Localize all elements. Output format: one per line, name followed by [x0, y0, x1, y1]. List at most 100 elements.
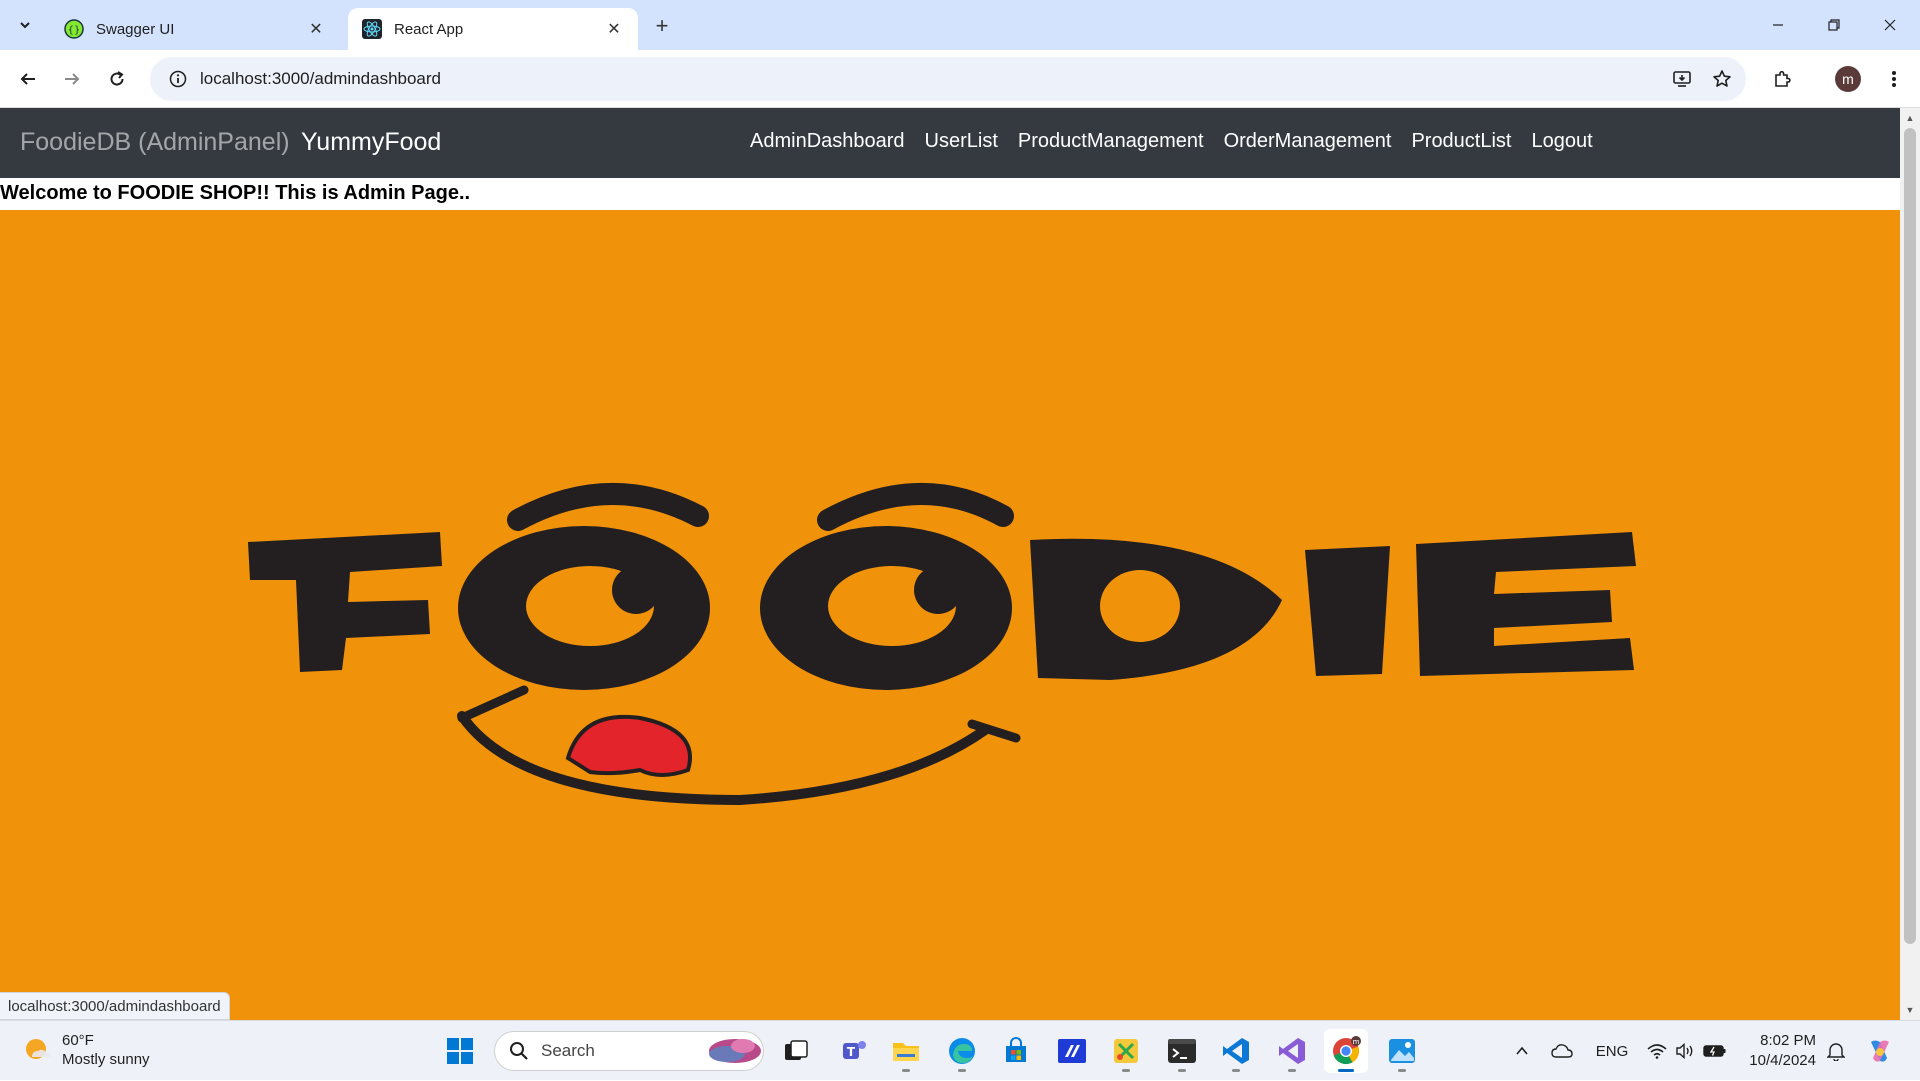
start-button[interactable]	[438, 1029, 482, 1073]
url-text[interactable]: localhost:3000/admindashboard	[200, 69, 1666, 89]
nav-link-order-management[interactable]: OrderManagement	[1214, 130, 1402, 153]
battery-charging-icon	[1703, 1045, 1726, 1057]
visual-studio-app[interactable]	[1270, 1029, 1314, 1073]
vscode-icon	[1223, 1038, 1249, 1064]
minimize-button[interactable]	[1750, 0, 1806, 50]
browser-menu-button[interactable]	[1878, 63, 1910, 95]
running-indicator	[1288, 1069, 1296, 1072]
task-view-icon	[785, 1040, 808, 1060]
microsoft-store-app[interactable]	[994, 1029, 1038, 1073]
scroll-up-arrow-icon[interactable]: ▲	[1904, 112, 1916, 124]
close-window-button[interactable]	[1862, 0, 1918, 50]
site-info-icon[interactable]	[156, 70, 200, 88]
file-explorer-app[interactable]	[884, 1029, 928, 1073]
nav-link-admin-dashboard[interactable]: AdminDashboard	[740, 130, 915, 153]
system-clock[interactable]: 8:02 PM 10/4/2024	[1740, 1031, 1816, 1071]
hero-banner	[0, 210, 1900, 1020]
running-indicator	[1122, 1069, 1130, 1072]
power-automate-app[interactable]	[1050, 1029, 1094, 1073]
clock-date: 10/4/2024	[1749, 1052, 1816, 1069]
battery-tray[interactable]	[1700, 1021, 1730, 1081]
tab-label: Swagger UI	[96, 20, 175, 38]
running-indicator	[1338, 1069, 1354, 1072]
close-icon	[1884, 19, 1896, 31]
running-indicator	[902, 1069, 910, 1072]
forward-button[interactable]	[56, 63, 88, 95]
copilot-button[interactable]	[1862, 1021, 1898, 1081]
terminal-app[interactable]	[1160, 1029, 1204, 1073]
close-icon[interactable]: ✕	[604, 19, 624, 39]
reload-button[interactable]	[101, 63, 133, 95]
running-indicator	[1178, 1069, 1186, 1072]
running-indicator	[1398, 1069, 1406, 1072]
minimize-icon	[1773, 24, 1783, 26]
visual-studio-icon	[1279, 1038, 1305, 1064]
welcome-message: Welcome to FOODIE SHOP!! This is Admin P…	[0, 182, 471, 204]
weather-condition: Mostly sunny	[62, 1051, 150, 1068]
tab-label: React App	[394, 20, 464, 38]
onedrive-tray[interactable]	[1546, 1021, 1578, 1081]
search-highlight-icon	[709, 1039, 761, 1063]
speaker-icon	[1676, 1043, 1693, 1059]
nav-links: AdminDashboard UserList ProductManagemen…	[740, 130, 1603, 153]
nav-link-user-list[interactable]: UserList	[915, 130, 1008, 153]
close-icon[interactable]: ✕	[306, 19, 326, 39]
svg-text:T: T	[847, 1045, 856, 1059]
avatar: m	[1835, 66, 1861, 92]
terminal-icon	[1168, 1039, 1196, 1063]
back-button[interactable]	[12, 63, 44, 95]
address-bar[interactable]: localhost:3000/admindashboard	[150, 57, 1746, 101]
nav-link-logout[interactable]: Logout	[1522, 130, 1603, 153]
nav-link-product-list[interactable]: ProductList	[1401, 130, 1521, 153]
scroll-down-arrow-icon[interactable]: ▼	[1904, 1004, 1916, 1016]
nav-link-product-management[interactable]: ProductManagement	[1008, 130, 1214, 153]
tab-swagger-ui[interactable]: {} Swagger UI ✕	[50, 8, 340, 50]
snipping-tool-icon	[1114, 1039, 1138, 1063]
power-automate-icon	[1058, 1039, 1086, 1063]
teams-app[interactable]: T	[832, 1029, 876, 1073]
show-hidden-icons-button[interactable]	[1508, 1021, 1536, 1081]
swagger-icon: {}	[64, 19, 84, 39]
restore-button[interactable]	[1806, 0, 1862, 50]
page-scrollbar[interactable]: ▲ ▼	[1900, 108, 1920, 1020]
edge-app[interactable]	[940, 1029, 984, 1073]
brand-admin-panel[interactable]: FoodieDB (AdminPanel)	[20, 128, 290, 157]
tab-react-app[interactable]: React App ✕	[348, 8, 638, 50]
react-icon	[362, 19, 382, 39]
bookmark-star-icon[interactable]	[1706, 63, 1738, 95]
wifi-tray[interactable]	[1644, 1021, 1670, 1081]
svg-text:{}: {}	[68, 25, 81, 36]
language-indicator[interactable]: ENG	[1590, 1021, 1634, 1081]
notifications-button[interactable]	[1822, 1021, 1850, 1081]
arrow-right-icon	[65, 73, 80, 85]
tab-search-button[interactable]	[11, 11, 39, 39]
sun-cloud-icon	[26, 1039, 51, 1059]
wifi-icon	[1647, 1044, 1667, 1059]
profile-button[interactable]: m	[1832, 63, 1864, 95]
clock-time: 8:02 PM	[1760, 1032, 1816, 1049]
weather-temp: 60°F	[62, 1032, 94, 1049]
search-label: Search	[541, 1041, 595, 1060]
weather-widget[interactable]: 60°F Mostly sunny	[22, 1031, 150, 1069]
extensions-button[interactable]	[1766, 63, 1798, 95]
volume-tray[interactable]	[1672, 1021, 1698, 1081]
chrome-app[interactable]: m	[1324, 1029, 1368, 1073]
task-view-button[interactable]	[774, 1029, 818, 1073]
brand-yummyfood[interactable]: YummyFood	[301, 128, 441, 157]
scroll-thumb[interactable]	[1904, 128, 1916, 944]
browser-toolbar: localhost:3000/admindashboard m	[0, 50, 1920, 108]
puzzle-icon	[1775, 70, 1791, 87]
edge-icon	[949, 1038, 975, 1064]
new-tab-button[interactable]: +	[648, 12, 676, 40]
taskbar-search[interactable]: Search	[494, 1031, 764, 1071]
photos-app[interactable]	[1380, 1029, 1424, 1073]
folder-icon	[893, 1043, 919, 1061]
chevron-up-icon	[1516, 1046, 1528, 1055]
foodie-logo	[248, 482, 1636, 806]
arrow-left-icon	[20, 73, 35, 85]
install-app-icon[interactable]	[1666, 63, 1698, 95]
cloud-icon	[1551, 1044, 1573, 1058]
snipping-tool-app[interactable]	[1104, 1029, 1148, 1073]
vscode-app[interactable]	[1214, 1029, 1258, 1073]
windows-logo-icon	[447, 1038, 473, 1064]
